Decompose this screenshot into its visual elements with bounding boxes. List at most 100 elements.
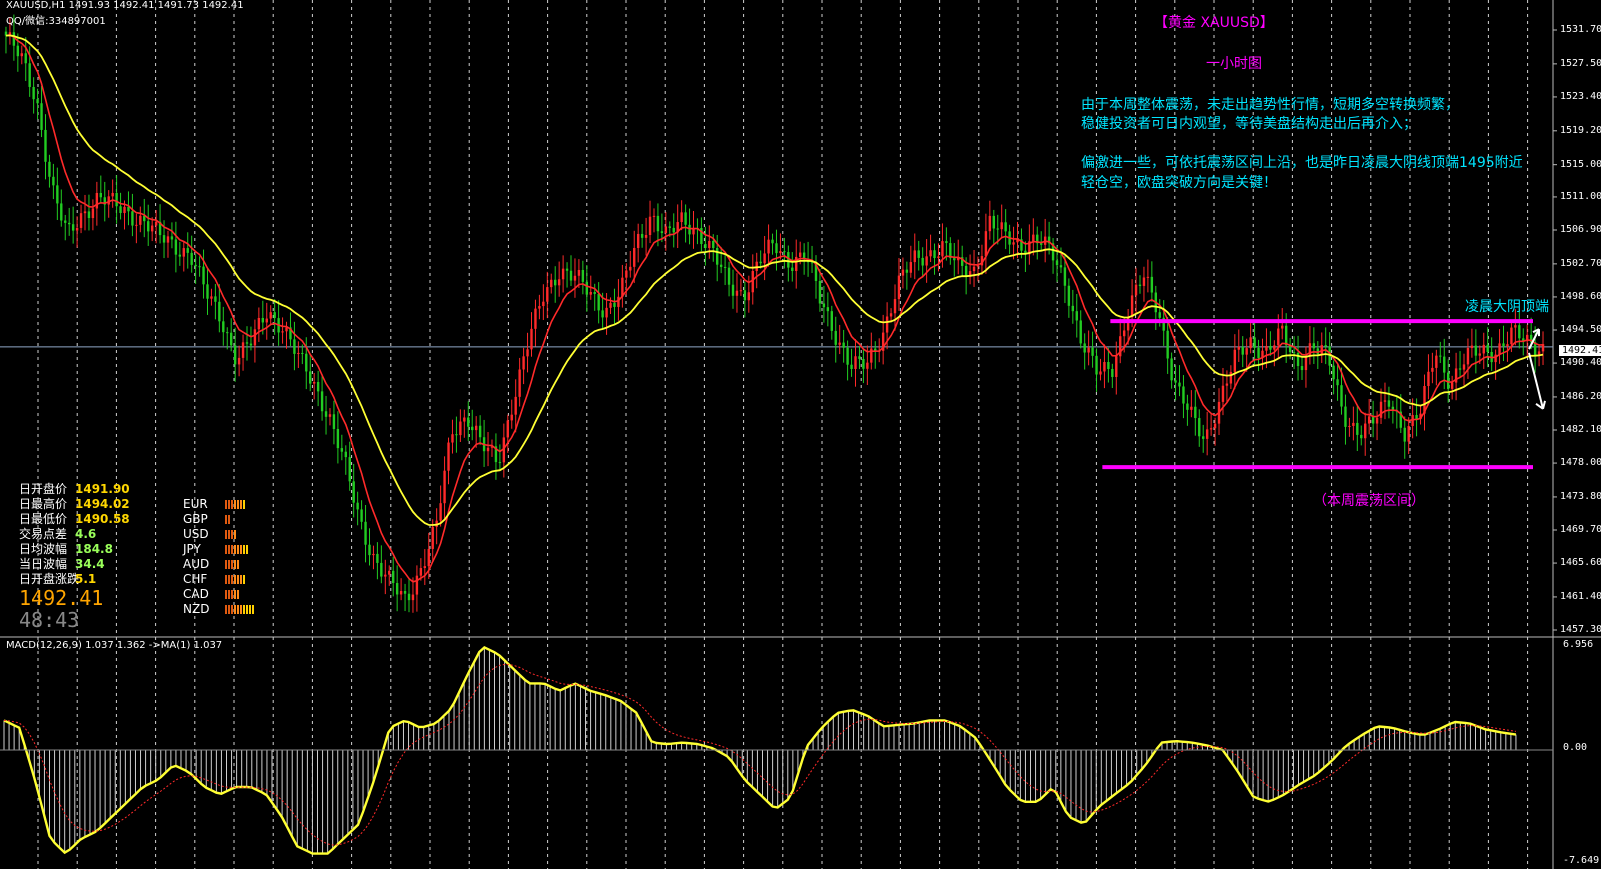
candle-body xyxy=(328,414,332,417)
candle-body xyxy=(1107,362,1110,369)
candle-body xyxy=(139,215,142,225)
candle-body xyxy=(569,270,573,281)
candle-body xyxy=(348,457,351,482)
price-axis-label: 1478.00 xyxy=(1560,457,1601,469)
candle-body xyxy=(1518,325,1521,339)
candle-body xyxy=(1174,380,1177,383)
strength-bar xyxy=(228,500,230,509)
candle-body xyxy=(897,275,901,300)
strength-bar xyxy=(237,560,239,569)
candle-body xyxy=(945,241,948,244)
symbol-header: XAUUSD,H1 1491.93 1492.41 1491.73 1492.4… xyxy=(6,0,244,11)
strength-bar xyxy=(237,605,239,614)
candle-body xyxy=(324,411,328,417)
candle-body xyxy=(364,521,367,545)
candle-body xyxy=(411,594,415,601)
candle-body xyxy=(83,211,87,214)
candle-body xyxy=(305,353,308,372)
candle-body xyxy=(1281,325,1284,329)
strength-bar xyxy=(228,575,230,584)
strength-bar xyxy=(240,575,242,584)
candle-body xyxy=(917,250,920,258)
candle-body xyxy=(123,206,126,214)
candle-body xyxy=(1202,436,1205,439)
strength-bar xyxy=(243,545,245,554)
candle-body xyxy=(759,261,762,264)
candle-body xyxy=(838,342,841,345)
candle-body xyxy=(1470,345,1474,349)
stat-label: 日均波幅 xyxy=(19,542,68,556)
candle-body xyxy=(1040,243,1043,245)
candle-body xyxy=(309,371,312,384)
candle-body xyxy=(1158,312,1161,318)
candle-body xyxy=(1115,356,1118,377)
candle-body xyxy=(818,280,822,304)
candle-body xyxy=(297,352,300,354)
candle-body xyxy=(609,302,612,308)
strength-bar xyxy=(234,500,236,509)
candle-body xyxy=(91,208,95,219)
candle-body xyxy=(656,215,660,232)
candle-body xyxy=(719,264,723,267)
strength-bar xyxy=(231,590,233,599)
candle-body xyxy=(253,329,257,346)
candle-body xyxy=(1375,417,1379,424)
candle-body xyxy=(585,281,589,295)
strength-bar xyxy=(231,500,233,509)
candle-body xyxy=(1510,327,1513,345)
candle-body xyxy=(388,570,391,575)
candle-body xyxy=(395,583,399,595)
candle-body xyxy=(222,321,225,333)
candle-body xyxy=(273,312,276,319)
stat-row: 日最低价 1490.58 xyxy=(19,512,130,527)
candle-body xyxy=(1130,295,1134,318)
strength-bar xyxy=(228,515,230,524)
candle-body xyxy=(281,331,284,333)
candle-body xyxy=(119,206,122,214)
candle-body xyxy=(972,266,976,272)
candle-body xyxy=(506,420,509,438)
candle-body xyxy=(1059,265,1063,268)
candle-body xyxy=(1233,349,1237,372)
candle-body xyxy=(1273,345,1276,350)
price-axis-label: 1515.00 xyxy=(1560,158,1601,170)
strength-bar xyxy=(252,605,254,614)
candle-body xyxy=(1032,234,1035,242)
candle-body xyxy=(1462,364,1466,370)
candle-body xyxy=(360,509,363,522)
candle-body xyxy=(1269,345,1272,350)
candle-body xyxy=(617,296,620,307)
price-axis-label: 1506.90 xyxy=(1560,224,1601,235)
candle-body xyxy=(846,347,849,365)
stat-label: 日开盘涨跌 xyxy=(19,572,80,586)
candle-body xyxy=(344,451,347,458)
candle-body xyxy=(226,332,229,334)
candle-body xyxy=(1221,385,1225,402)
candle-body xyxy=(1443,356,1446,373)
candle-body xyxy=(463,417,466,422)
stat-label: 日最低价 xyxy=(19,512,68,526)
price-axis-label: 1461.40 xyxy=(1560,590,1601,602)
candle-body xyxy=(198,266,201,268)
strength-bars xyxy=(225,605,254,614)
candle-body xyxy=(1466,348,1470,365)
candle-body xyxy=(557,279,561,286)
candle-body xyxy=(573,275,577,281)
candle-body xyxy=(526,349,529,357)
candle-body xyxy=(921,257,924,266)
candle-body xyxy=(1403,427,1406,442)
candle-body xyxy=(644,235,648,238)
candle-body xyxy=(332,414,336,429)
strength-bars xyxy=(225,590,239,599)
candle-body xyxy=(1095,355,1098,375)
strength-bar xyxy=(225,530,227,539)
candle-body xyxy=(320,391,324,412)
candle-body xyxy=(206,284,209,299)
candle-body xyxy=(147,221,150,232)
candle-body xyxy=(340,448,344,452)
candle-body xyxy=(166,236,170,243)
candle-body xyxy=(1150,276,1154,293)
candle-body xyxy=(941,241,944,257)
stat-value: 4.6 xyxy=(75,527,97,541)
price-axis-label: 1473.80 xyxy=(1560,490,1601,502)
